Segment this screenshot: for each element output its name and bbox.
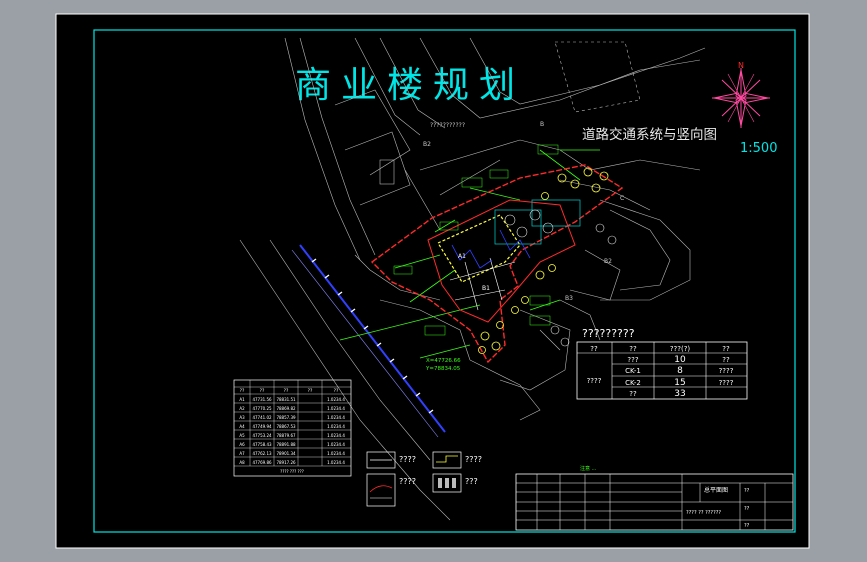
coord-cell: 78891.88: [276, 442, 296, 447]
coord-header: ??: [284, 388, 289, 394]
title-block-name: ???? ?? ??????: [686, 510, 721, 516]
coord-header: ??: [240, 388, 245, 394]
parking-row-name: ??: [629, 390, 637, 398]
coord-cell: 78879.67: [276, 433, 296, 438]
parking-header-1: ??: [590, 345, 598, 353]
parking-row-name: CK-2: [625, 379, 641, 387]
cad-viewport[interactable]: 商业楼规划 道路交通系统与竖向图 1:500 N ??????????? B2 …: [0, 0, 867, 562]
coord-cell: 78867.53: [276, 424, 296, 429]
parking-row-value: 10: [674, 355, 686, 365]
coord-cell: A8: [239, 460, 245, 465]
coord-cell: 78901.34: [276, 451, 296, 456]
annotation-top: ???????????: [430, 122, 465, 129]
parking-row-name: ???: [627, 356, 638, 364]
coord-cell: 47769.86: [252, 460, 272, 465]
title-block-drawing-no: ??: [744, 488, 750, 494]
scale-label: 1:500: [740, 141, 777, 156]
coord-cell: 47749.94: [252, 424, 272, 429]
coord-cell: A4: [239, 424, 245, 429]
coord-cell: 1.0234.4: [327, 451, 345, 456]
coord-cell: 47770.25: [252, 406, 272, 411]
coord-cell: 78869.82: [276, 406, 296, 411]
coord-y: Y=78834.05: [425, 366, 461, 372]
coord-cell: A5: [239, 433, 245, 438]
parking-group-label: ????: [587, 377, 602, 385]
bottom-note: 注意 ...: [580, 465, 597, 472]
zone-b: B: [540, 121, 544, 128]
coord-cell: A3: [239, 415, 245, 420]
parking-table-title: ?????????: [582, 327, 635, 340]
parking-row-value: 33: [674, 389, 685, 399]
coord-cell: 78831.51: [276, 397, 296, 402]
north-label: N: [738, 61, 744, 70]
coord-cell: 47731.56: [252, 397, 272, 402]
coord-cell: 47762.13: [252, 451, 272, 456]
coord-cell: A6: [239, 442, 245, 447]
coord-cell: 47753.24: [252, 433, 272, 438]
coord-cell: 1.0234.4: [327, 460, 345, 465]
coord-cell: A2: [239, 406, 245, 411]
title-block-scale: ??: [744, 506, 750, 512]
parking-row-note: ????: [719, 367, 734, 375]
zone-b1: B1: [482, 285, 490, 292]
parking-row-name: CK-1: [625, 367, 641, 375]
coord-cell: 1.0234.4: [327, 433, 345, 438]
coord-cell: 1.0234.4: [327, 442, 345, 447]
coord-cell: 78857.39: [276, 415, 296, 420]
coord-cell: A7: [239, 451, 245, 456]
drawing-title: 商业楼规划: [295, 65, 525, 106]
coord-cell: 78917.26: [276, 460, 296, 465]
legend-label: ????: [399, 455, 416, 464]
legend-label: ????: [465, 455, 482, 464]
drawing-subtitle: 道路交通系统与竖向图: [582, 126, 717, 143]
legend-label: ????: [399, 477, 416, 486]
coord-header: ??: [260, 388, 265, 394]
coord-cell: 1.0234.4: [327, 397, 345, 402]
coord-header: ??: [308, 388, 313, 394]
legend-label: ???: [465, 477, 478, 486]
parking-header-2: ??: [629, 345, 637, 353]
coord-x: X=47726.66: [426, 358, 461, 364]
parking-header-3: ???(?): [670, 345, 691, 353]
zone-b2-top: B2: [423, 141, 431, 148]
coord-cell: 1.0234.4: [327, 415, 345, 420]
title-block-date: ??: [744, 523, 750, 529]
coord-cell: 1.0234.4: [327, 406, 345, 411]
coord-cell: 47758.43: [252, 442, 272, 447]
parking-row-value: 8: [677, 366, 683, 376]
zone-a1: A1: [458, 253, 466, 260]
parking-header-4: ??: [722, 345, 730, 353]
parking-row-value: 15: [674, 378, 685, 388]
zone-b2: B2: [604, 258, 612, 265]
coord-table-footer: ???? ??? ???: [280, 469, 304, 474]
title-block-drawing-name: 总平面图: [704, 486, 728, 494]
parking-row-note: ??: [722, 356, 730, 364]
coord-cell: 1.0234.4: [327, 424, 345, 429]
zone-b3: B3: [565, 295, 573, 302]
parking-row-note: ????: [719, 379, 734, 387]
coord-header: ??: [334, 388, 339, 394]
coord-cell: A1: [239, 397, 245, 402]
zone-c: C: [620, 195, 624, 202]
coord-cell: 47741.02: [252, 415, 272, 420]
